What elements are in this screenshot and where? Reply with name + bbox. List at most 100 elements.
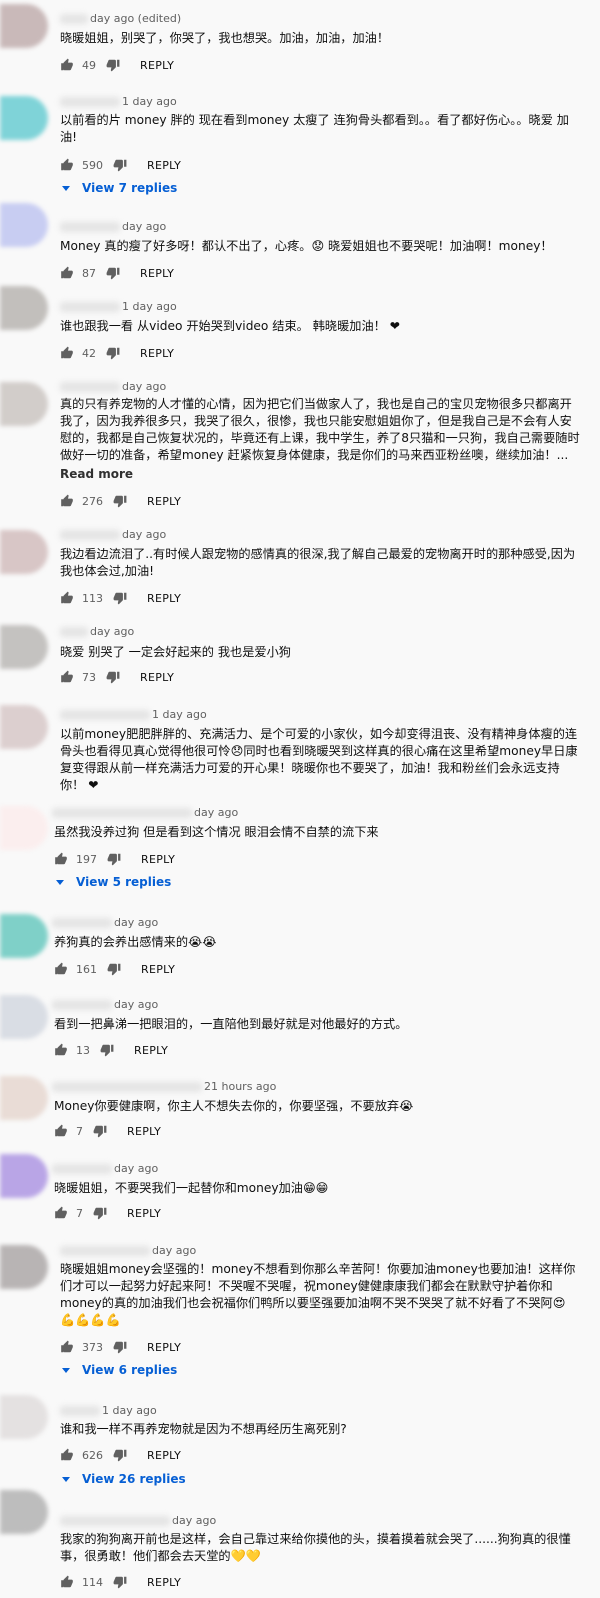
comment-text: 谁也跟我一看 从video 开始哭到video 结束。 韩晓暖加油！ ❤ — [60, 319, 400, 333]
thumbs-down-icon[interactable] — [113, 494, 127, 508]
comment-actions: 7 REPLY — [54, 1205, 161, 1221]
comment-actions: 49 REPLY — [60, 57, 174, 73]
thumbs-up-icon[interactable] — [60, 1448, 74, 1462]
thumbs-up-icon[interactable] — [60, 58, 74, 72]
thumbs-down-icon[interactable] — [106, 58, 120, 72]
thumbs-down-icon[interactable] — [93, 1206, 107, 1220]
comment-actions: 114 REPLY — [60, 1574, 181, 1590]
view-replies-button[interactable]: View 5 replies — [56, 875, 171, 889]
thumbs-down-icon[interactable] — [113, 1575, 127, 1589]
reply-button[interactable]: REPLY — [134, 1044, 168, 1057]
thumbs-up-icon[interactable] — [54, 852, 68, 866]
thumbs-up-icon[interactable] — [60, 494, 74, 508]
comment-text: 谁和我一样不再养宠物就是因为不想再经历生离死别? — [60, 1422, 347, 1436]
thumbs-down-icon[interactable] — [106, 346, 120, 360]
avatar[interactable] — [0, 286, 48, 330]
thumbs-down-icon[interactable] — [113, 1448, 127, 1462]
thumbs-up-icon[interactable] — [60, 346, 74, 360]
view-replies-button[interactable]: View 6 replies — [62, 1363, 177, 1377]
reply-button[interactable]: REPLY — [147, 495, 181, 508]
like-count: 73 — [82, 670, 96, 684]
thumbs-up-icon[interactable] — [60, 266, 74, 280]
reply-button[interactable]: REPLY — [141, 963, 175, 976]
thumbs-up-icon[interactable] — [60, 670, 74, 684]
avatar[interactable] — [0, 203, 48, 247]
reply-button[interactable]: REPLY — [127, 1125, 161, 1138]
avatar[interactable] — [0, 4, 48, 48]
thumbs-down-icon[interactable] — [106, 670, 120, 684]
chevron-down-icon — [62, 185, 70, 191]
thumbs-up-icon[interactable] — [60, 158, 74, 172]
comment-text: 晓暖姐姐，不要哭我们一起替你和money加油😁😁 — [54, 1181, 329, 1195]
reply-button[interactable]: REPLY — [147, 1341, 181, 1354]
avatar[interactable] — [0, 1154, 48, 1198]
comment-text: 以前看的片 money 胖的 现在看到money 太瘦了 连狗骨头都看到。。看了… — [60, 113, 569, 144]
thumbs-down-icon[interactable] — [100, 1043, 114, 1057]
read-more-button[interactable]: Read more — [60, 467, 133, 481]
like-count: 113 — [82, 591, 103, 605]
thumbs-down-icon[interactable] — [107, 852, 121, 866]
comment-text: 养狗真的会养出感情来的😭😭 — [54, 935, 217, 949]
avatar[interactable] — [0, 1245, 48, 1289]
comment-text: 我边看边流泪了..有时候人跟宠物的感情真的很深,我了解自己最爱的宠物离开时的那种… — [60, 547, 576, 578]
thumbs-down-icon[interactable] — [113, 1340, 127, 1354]
comment-text: 晓暖姐姐，别哭了，你哭了，我也想哭。加油，加油，加油！ — [60, 31, 390, 45]
thumbs-up-icon[interactable] — [54, 1124, 68, 1138]
thumbs-up-icon[interactable] — [60, 1575, 74, 1589]
avatar[interactable] — [0, 914, 48, 958]
avatar[interactable] — [0, 382, 48, 426]
reply-button[interactable]: REPLY — [147, 159, 181, 172]
avatar[interactable] — [0, 705, 48, 749]
like-count: 590 — [82, 158, 103, 172]
avatar[interactable] — [0, 1395, 48, 1439]
comment-meta: 1 day ago — [60, 1404, 157, 1418]
thumbs-down-icon[interactable] — [106, 266, 120, 280]
thumbs-up-icon[interactable] — [54, 1206, 68, 1220]
reply-button[interactable]: REPLY — [147, 592, 181, 605]
reply-button[interactable]: REPLY — [147, 1449, 181, 1462]
like-count: 626 — [82, 1448, 103, 1462]
view-replies-button[interactable]: View 7 replies — [62, 181, 177, 195]
like-count: 373 — [82, 1340, 103, 1354]
avatar[interactable] — [0, 530, 48, 574]
reply-button[interactable]: REPLY — [141, 853, 175, 866]
thumbs-down-icon[interactable] — [93, 1124, 107, 1138]
like-count: 13 — [76, 1043, 90, 1057]
comment-meta: day ago — [52, 806, 238, 820]
comment-meta: 1 day ago — [60, 95, 177, 109]
reply-button[interactable]: REPLY — [127, 1207, 161, 1220]
comment-meta: day ago — [60, 380, 166, 394]
comment-text: 真的只有养宠物的人才懂的心情，因为把它们当做家人了，我也是自己的宝贝宠物很多只都… — [60, 397, 580, 462]
avatar[interactable] — [0, 806, 48, 850]
comment-actions: 113 REPLY — [60, 590, 181, 606]
thumbs-up-icon[interactable] — [60, 591, 74, 605]
thumbs-down-icon[interactable] — [107, 962, 121, 976]
reply-button[interactable]: REPLY — [140, 347, 174, 360]
comment-actions: 42 REPLY — [60, 345, 174, 361]
thumbs-up-icon[interactable] — [54, 962, 68, 976]
comment-meta: 1 day ago — [60, 300, 177, 314]
thumbs-down-icon[interactable] — [113, 591, 127, 605]
comment-actions: 590 REPLY — [60, 157, 181, 173]
thumbs-up-icon[interactable] — [60, 1340, 74, 1354]
comment-text: 虽然我没养过狗 但是看到这个情况 眼泪会情不自禁的流下来 — [54, 825, 379, 839]
avatar[interactable] — [0, 625, 48, 669]
reply-button[interactable]: REPLY — [140, 671, 174, 684]
reply-button[interactable]: REPLY — [147, 1576, 181, 1589]
comment-meta: day ago — [52, 998, 158, 1012]
thumbs-down-icon[interactable] — [113, 158, 127, 172]
avatar[interactable] — [0, 96, 48, 140]
comment-actions: 626 REPLY — [60, 1447, 181, 1463]
thumbs-up-icon[interactable] — [54, 1043, 68, 1057]
avatar[interactable] — [0, 1490, 48, 1534]
comment-text: Money你要健康啊，你主人不想失去你的，你要坚强，不要放弃😭 — [54, 1099, 414, 1113]
reply-button[interactable]: REPLY — [140, 267, 174, 280]
comment-meta: day ago (edited) — [60, 12, 181, 26]
avatar[interactable] — [0, 995, 48, 1039]
like-count: 114 — [82, 1575, 103, 1589]
avatar[interactable] — [0, 1076, 48, 1120]
comment-meta: day ago — [60, 220, 166, 234]
like-count: 87 — [82, 266, 96, 280]
reply-button[interactable]: REPLY — [140, 59, 174, 72]
view-replies-button[interactable]: View 26 replies — [62, 1472, 186, 1486]
